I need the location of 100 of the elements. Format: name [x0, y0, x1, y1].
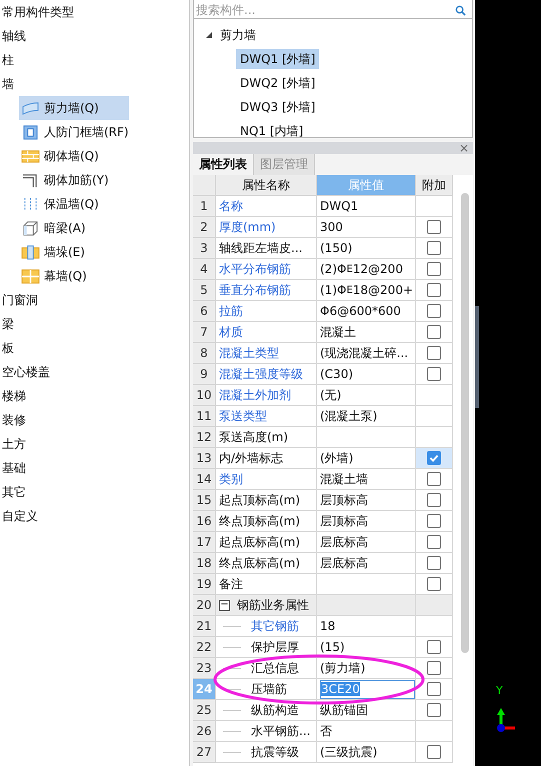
splitter-handle[interactable]: [475, 306, 479, 408]
table-cell: (现浇混凝土碎...: [317, 343, 416, 364]
property-name: 保护层厚: [251, 638, 299, 656]
search-icon: [455, 5, 466, 16]
checkbox[interactable]: [427, 661, 441, 675]
table-cell: (无): [317, 385, 416, 406]
table-cell: (三级抗震): [317, 742, 416, 763]
checkbox[interactable]: [427, 556, 441, 570]
checkbox[interactable]: [427, 451, 441, 465]
component-item[interactable]: NQ1 [内墙]: [236, 121, 308, 141]
row-number: 25: [193, 700, 216, 721]
row-number: 4: [193, 259, 216, 280]
checkbox[interactable]: [427, 283, 441, 297]
wall-type-item[interactable]: 保温墙(Q): [19, 192, 129, 216]
search-field[interactable]: 搜索构件...: [193, 0, 473, 19]
row-number: 10: [193, 385, 216, 406]
table-cell: 18: [317, 616, 416, 637]
row-number: 27: [193, 742, 216, 763]
category-item[interactable]: 墙: [0, 72, 14, 96]
frame-icon: [21, 124, 40, 140]
checkbox[interactable]: [427, 535, 441, 549]
category-item[interactable]: 板: [0, 336, 14, 360]
table-cell: 层底标高: [317, 532, 416, 553]
property-name: 拉筋: [219, 302, 243, 320]
column-header[interactable]: 属性名称: [216, 175, 317, 196]
row-number: 13: [193, 448, 216, 469]
table-cell: 纵筋锚固: [317, 700, 416, 721]
category-item[interactable]: 常用构件类型: [0, 0, 74, 24]
wall-type-item[interactable]: 剪力墙(Q): [19, 96, 129, 120]
search-input[interactable]: 搜索构件...: [194, 1, 438, 18]
row-number: 6: [193, 301, 216, 322]
checkbox[interactable]: [427, 493, 441, 507]
category-item[interactable]: 轴线: [0, 24, 26, 48]
category-item[interactable]: 梁: [0, 312, 14, 336]
property-name: 内/外墙标志: [219, 450, 284, 466]
row-number: 12: [193, 427, 216, 448]
table-cell: 层顶标高: [317, 511, 416, 532]
category-item[interactable]: 柱: [0, 48, 14, 72]
checkbox[interactable]: [427, 220, 441, 234]
checkbox[interactable]: [427, 745, 441, 759]
property-name: 泵送高度(m): [219, 428, 288, 446]
component-item[interactable]: DWQ1 [外墙]: [236, 49, 320, 69]
property-name: 轴线距左墙皮...: [219, 240, 302, 256]
row-number: 23: [193, 658, 216, 679]
category-item[interactable]: 自定义: [0, 504, 38, 528]
checkbox[interactable]: [427, 472, 441, 486]
category-item[interactable]: 其它: [0, 480, 26, 504]
property-name: 钢筋业务属性: [237, 596, 309, 614]
row-number: 18: [193, 553, 216, 574]
property-name: 材质: [219, 324, 243, 340]
property-name: 起点顶标高(m): [219, 492, 300, 508]
row-number: 20: [193, 595, 216, 616]
property-name: 混凝土外加剂: [219, 386, 291, 404]
table-cell: 混凝土: [317, 322, 416, 343]
category-item[interactable]: 土方: [0, 432, 26, 456]
row-number: 2: [193, 217, 216, 238]
curtain-wall-icon: [21, 268, 40, 284]
row-number: 21: [193, 616, 216, 637]
category-item[interactable]: 装修: [0, 408, 26, 432]
checkbox[interactable]: [427, 514, 441, 528]
checkbox[interactable]: [427, 241, 441, 255]
expand-triangle-icon[interactable]: [206, 32, 212, 38]
wall-type-item[interactable]: 墙垛(E): [19, 240, 129, 264]
checkbox[interactable]: [427, 682, 441, 696]
table-cell: (剪力墙): [317, 658, 416, 679]
checkbox[interactable]: [427, 367, 441, 381]
checkbox[interactable]: [427, 703, 441, 717]
curved-wall-icon: [21, 100, 40, 116]
table-cell: 混凝土墙: [317, 469, 416, 490]
checkbox[interactable]: [427, 304, 441, 318]
tree-group-label: 剪力墙: [220, 26, 256, 44]
row-number: 14: [193, 469, 216, 490]
scroll-thumb[interactable]: [461, 193, 470, 653]
wall-type-item[interactable]: 幕墙(Q): [19, 264, 129, 288]
category-item[interactable]: 楼梯: [0, 384, 26, 408]
component-item[interactable]: DWQ3 [外墙]: [236, 97, 320, 117]
checkbox[interactable]: [427, 640, 441, 654]
column-header[interactable]: 附加: [416, 175, 453, 196]
checkbox[interactable]: [427, 346, 441, 360]
checkbox[interactable]: [427, 577, 441, 591]
property-name: 名称: [219, 198, 243, 214]
checkbox[interactable]: [427, 325, 441, 339]
property-name: 终点顶标高(m): [219, 512, 300, 530]
property-name: 终点底标高(m): [219, 554, 300, 572]
row-number: 15: [193, 490, 216, 511]
wall-type-item[interactable]: 砌体加筋(Y): [19, 168, 129, 192]
component-item[interactable]: DWQ2 [外墙]: [236, 73, 320, 93]
row-number: 19: [193, 574, 216, 595]
wall-type-item[interactable]: 人防门框墙(RF): [19, 120, 129, 144]
checkbox[interactable]: [427, 262, 441, 276]
wall-type-item[interactable]: 暗梁(A): [19, 216, 129, 240]
property-name: 泵送类型: [219, 408, 267, 424]
axis-label: Y: [496, 684, 503, 697]
wall-type-item[interactable]: 砌体墙(Q): [19, 144, 129, 168]
close-icon[interactable]: ×: [458, 142, 469, 154]
collapse-toggle[interactable]: −: [219, 600, 230, 610]
category-item[interactable]: 空心楼盖: [0, 360, 50, 384]
category-item[interactable]: 门窗洞: [0, 288, 38, 312]
row-number: 22: [193, 637, 216, 658]
category-item[interactable]: 基础: [0, 456, 26, 480]
